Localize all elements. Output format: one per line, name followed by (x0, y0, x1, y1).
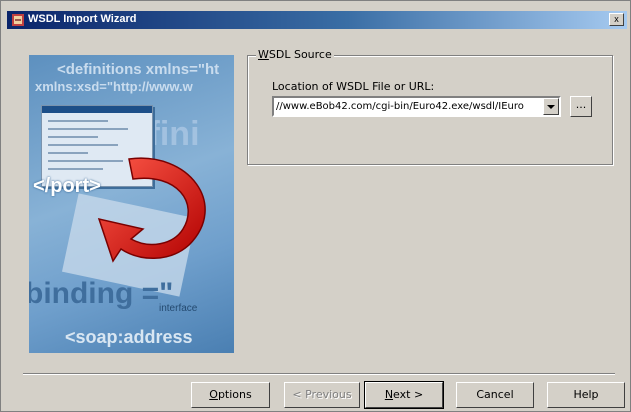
location-label: Location of WSDL File or URL: (272, 80, 435, 93)
window-title: WSDL Import Wizard (28, 13, 137, 25)
banner-text-interface: interface (159, 303, 198, 314)
button-separator (23, 373, 615, 375)
banner-text-soap-address: <soap:address (65, 327, 193, 347)
banner-text-definitions: <definitions xmlns="ht (57, 61, 220, 78)
banner-text-binding: binding =" (29, 277, 174, 310)
next-button[interactable]: Next > (364, 381, 444, 409)
browse-button[interactable]: ... (570, 96, 592, 117)
close-button[interactable]: x (609, 13, 624, 26)
chevron-down-icon (547, 104, 555, 109)
cancel-button[interactable]: Cancel (456, 382, 534, 408)
options-button[interactable]: Options (191, 382, 270, 408)
wsdl-source-group-label: WSDL Source (256, 48, 334, 61)
previous-button[interactable]: < Previous (284, 382, 360, 408)
help-button[interactable]: Help (547, 382, 625, 408)
app-icon (12, 14, 24, 26)
wizard-banner-image: <definitions xmlns="ht xmlns:xsd="http:/… (29, 55, 234, 353)
close-icon: x (614, 14, 619, 24)
location-value[interactable]: //www.eBob42.com/cgi-bin/Euro42.exe/wsdl… (276, 101, 541, 112)
location-combobox[interactable]: //www.eBob42.com/cgi-bin/Euro42.exe/wsdl… (272, 96, 561, 117)
combo-dropdown-button[interactable] (543, 98, 559, 115)
banner-text-xmlns: xmlns:xsd="http://www.w (35, 79, 193, 94)
wsdl-import-wizard-window: WSDL Import Wizard x <definitions xmlns=… (0, 0, 631, 412)
wsdl-source-group: WSDL Source Location of WSDL File or URL… (247, 48, 613, 165)
red-curved-arrow-icon (97, 157, 206, 263)
title-bar[interactable]: WSDL Import Wizard x (7, 11, 627, 29)
